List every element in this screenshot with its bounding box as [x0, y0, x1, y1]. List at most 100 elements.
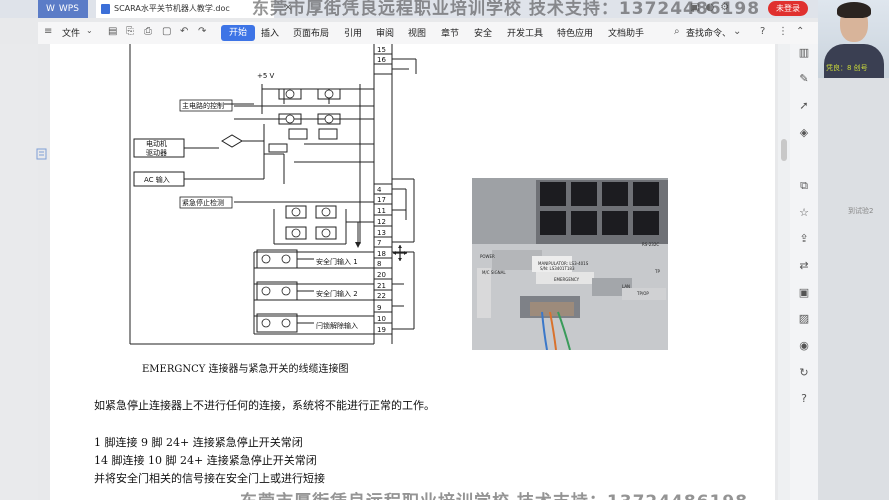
pin-21: 21: [377, 282, 386, 290]
pin-9: 9: [377, 304, 381, 312]
help-icon[interactable]: ?: [760, 26, 765, 37]
figure-caption: EMERGNCY 连接器与紧急开关的线缆连接图: [142, 364, 349, 375]
style-icon[interactable]: ▥: [797, 46, 811, 60]
label-power: POWER: [480, 254, 495, 259]
webcam-overlay: 凭良：8 创号: [818, 0, 889, 78]
watermark-top: 东莞市厚街凭良远程职业培训学校 技术支持：13724486198: [252, 0, 761, 19]
right-side-toolbar: ▥ ✎ ➚ ◈ ⧉ ☆ ⇪ ⇄ ▣ ▨ ◉ ↻ ?: [790, 44, 818, 500]
pin-17: 17: [377, 196, 386, 204]
label-latch-release: 闩锁解除输入: [316, 321, 358, 330]
tab-insert[interactable]: 插入: [261, 26, 279, 39]
tab-review[interactable]: 审阅: [376, 26, 394, 39]
pin-11: 11: [377, 207, 386, 215]
webcam-caption: 凭良：8 创号: [826, 64, 868, 72]
pin-20: 20: [377, 271, 386, 279]
paragraph-line-2: 14 脚连接 10 脚 24+ 连接紧急停止开关常闭: [94, 454, 317, 467]
document-tab[interactable]: SCARA水平关节机器人教学.doc: [96, 0, 274, 18]
chevron-down-icon[interactable]: ⌄: [733, 26, 741, 37]
label-mc-signal: M/C SIGNAL: [482, 270, 506, 275]
star-icon[interactable]: ☆: [797, 206, 811, 220]
paragraph-line-1: 1 脚连接 9 脚 24+ 连接紧急停止开关常闭: [94, 436, 303, 449]
pin-7: 7: [377, 239, 381, 247]
select-cursor-icon[interactable]: ➚: [797, 99, 811, 113]
pin-10: 10: [377, 315, 386, 323]
right-grey-panel: 到试验2: [818, 78, 889, 500]
controller-photo: MANIPULATOR: LS3-401S S/N: LS3401T183 EM…: [472, 178, 668, 350]
hamburger-menu-icon[interactable]: ≡: [44, 26, 52, 37]
export-pdf-icon[interactable]: ⎘: [126, 26, 134, 37]
document-tab-title: SCARA水平关节机器人教学.doc: [114, 4, 230, 13]
pin-13: 13: [377, 229, 386, 237]
controller-photo-drawing: MANIPULATOR: LS3-401S S/N: LS3401T183 EM…: [472, 178, 668, 350]
move-cursor-icon: [393, 245, 407, 261]
word-doc-icon: [101, 4, 110, 14]
label-main-circuit: 主电路的控制: [182, 101, 224, 110]
pen-icon[interactable]: ✎: [797, 72, 811, 86]
help-circle-icon[interactable]: ?: [797, 392, 811, 406]
redo-icon[interactable]: ↷: [198, 26, 206, 37]
pin-15: 15: [377, 46, 386, 54]
tab-references[interactable]: 引用: [344, 26, 362, 39]
label-serial-number: S/N: LS3401T183: [540, 266, 575, 271]
label-estop-detect: 紧急停止检测: [182, 198, 224, 207]
collapse-ribbon-icon[interactable]: ⌃: [796, 26, 804, 37]
label-tp: TP: [654, 269, 660, 274]
menu-file[interactable]: 文件: [62, 26, 80, 39]
pin-22: 22: [377, 292, 386, 300]
label-tp-op: TP/OP: [636, 291, 649, 296]
label-ac-input: AC 输入: [144, 175, 170, 184]
chevron-down-icon[interactable]: ⌄: [86, 26, 93, 35]
tab-chapter[interactable]: 章节: [441, 26, 459, 39]
backup-icon[interactable]: ◉: [797, 339, 811, 353]
history-icon[interactable]: ↻: [797, 366, 811, 380]
tab-doc-assistant[interactable]: 文档助手: [608, 26, 644, 39]
app-window: W WPS SCARA水平关节机器人教学.doc × ▣◐⚙ 未登录 ≡ 文件 …: [0, 0, 889, 500]
label-door-input-2: 安全门输入 2: [316, 289, 358, 298]
print-icon[interactable]: ⎙: [144, 26, 152, 37]
side-note: 到试验2: [848, 207, 874, 215]
copy-icon[interactable]: ⧉: [797, 179, 811, 193]
pin-12: 12: [377, 218, 386, 226]
pin-4: 4: [377, 186, 382, 194]
shapes-icon[interactable]: ◈: [797, 126, 811, 140]
search-icon[interactable]: ⌕: [674, 26, 680, 37]
tab-security[interactable]: 安全: [474, 26, 492, 39]
translate-icon[interactable]: ⇄: [797, 259, 811, 273]
more-icon[interactable]: ⋮: [778, 26, 788, 37]
left-navigation-strip: [0, 44, 38, 500]
save-icon[interactable]: ▤: [108, 26, 117, 37]
label-emergency: EMERGENCY: [554, 277, 580, 282]
label-rs232c: RS-232C: [642, 242, 659, 247]
emergency-wiring-diagram: +5 V 主电路的控制 电动机 驱动器 AC 输入 紧急停止检测 安全门输入 1…: [129, 44, 417, 345]
login-button[interactable]: 未登录: [768, 1, 808, 16]
pin-16: 16: [377, 56, 386, 64]
pin-8: 8: [377, 260, 381, 268]
wps-home-tab[interactable]: W WPS: [38, 0, 88, 18]
tab-start[interactable]: 开始: [221, 25, 255, 41]
label-motor-driver-2: 驱动器: [146, 148, 167, 157]
pin-18: 18: [377, 250, 386, 258]
tab-page-layout[interactable]: 页面布局: [293, 26, 329, 39]
label-plus5v: +5 V: [257, 72, 275, 80]
tab-view[interactable]: 视图: [408, 26, 426, 39]
presenter-hair: [837, 2, 871, 18]
save-cloud-icon[interactable]: ▣: [797, 286, 811, 300]
share-icon[interactable]: ⇪: [797, 232, 811, 246]
command-search[interactable]: 查找命令、: [686, 26, 731, 39]
undo-icon[interactable]: ↶: [180, 26, 188, 37]
scrollbar-thumb[interactable]: [781, 139, 787, 161]
wps-tab-label: WPS: [58, 4, 79, 14]
navigation-pane-icon[interactable]: [36, 148, 48, 160]
menu-bar: ≡ 文件 ⌄ ▤ ⎘ ⎙ ▢ ↶ ↷ 开始 插入 页面布局 引用 审阅 视图 章…: [38, 22, 818, 44]
label-motor-driver-1: 电动机: [146, 139, 167, 148]
label-door-input-1: 安全门输入 1: [316, 257, 358, 266]
tab-developer-tools[interactable]: 开发工具: [507, 26, 543, 39]
print-preview-icon[interactable]: ▢: [162, 26, 171, 37]
vertical-scrollbar[interactable]: [778, 44, 790, 500]
pin-19: 19: [377, 326, 386, 334]
image-icon[interactable]: ▨: [797, 312, 811, 326]
paragraph-line-3: 并将安全门相关的信号接在安全门上或进行短接: [94, 472, 325, 485]
wps-logo-icon: W: [46, 4, 55, 14]
label-lan: LAN: [622, 284, 630, 289]
tab-special-apps[interactable]: 特色应用: [557, 26, 593, 39]
